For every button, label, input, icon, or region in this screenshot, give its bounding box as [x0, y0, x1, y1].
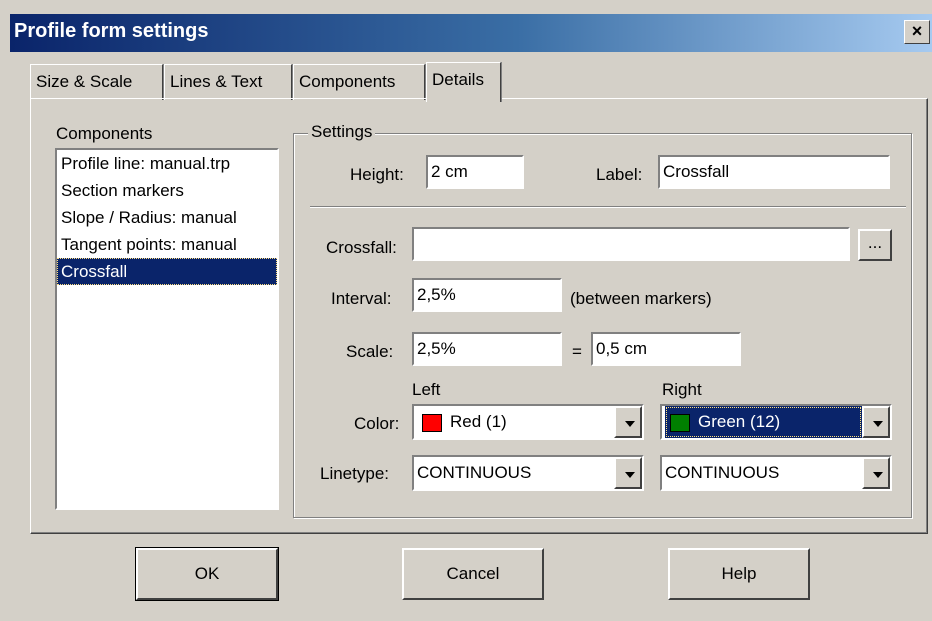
close-button[interactable]: ×	[904, 20, 930, 44]
list-item-selected[interactable]: Crossfall	[57, 258, 277, 285]
chevron-down-icon[interactable]	[614, 406, 642, 438]
color-right-dropdown[interactable]: Green (12)	[660, 404, 892, 440]
help-button[interactable]: Help	[668, 548, 810, 600]
close-icon: ×	[911, 21, 923, 41]
separator	[310, 206, 906, 208]
tab-details[interactable]: Details	[426, 62, 501, 102]
color-right-text: Green (12)	[698, 412, 781, 431]
linetype-label: Linetype:	[320, 464, 389, 483]
height-input[interactable]: 2 cm	[426, 155, 524, 189]
equals-sign: =	[572, 342, 582, 361]
components-listbox[interactable]: Profile line: manual.trp Section markers…	[55, 148, 279, 510]
chevron-down-icon[interactable]	[614, 457, 642, 489]
crossfall-label: Crossfall:	[326, 238, 397, 257]
red-swatch-icon	[422, 413, 442, 432]
interval-input[interactable]: 2,5%	[412, 278, 562, 312]
crossfall-input[interactable]	[412, 227, 850, 261]
components-label: Components	[56, 124, 152, 144]
linetype-left-value: CONTINUOUS	[417, 463, 532, 482]
scale-input[interactable]: 2,5%	[412, 332, 562, 366]
tab-components[interactable]: Components	[293, 64, 425, 100]
title-bar: Profile form settings ×	[10, 14, 932, 52]
right-column-label: Right	[662, 380, 702, 399]
height-label: Height:	[350, 165, 404, 184]
linetype-right-value: CONTINUOUS	[665, 463, 780, 482]
browse-button[interactable]: ...	[858, 229, 892, 261]
color-left-text: Red (1)	[450, 412, 507, 431]
label-input[interactable]: Crossfall	[658, 155, 890, 189]
linetype-left-dropdown[interactable]: CONTINUOUS	[412, 455, 644, 491]
window-title: Profile form settings	[14, 20, 209, 42]
list-item[interactable]: Section markers	[57, 177, 277, 204]
settings-group-title: Settings	[308, 122, 376, 142]
chevron-down-icon[interactable]	[862, 457, 890, 489]
green-swatch-icon	[670, 413, 690, 432]
color-label: Color:	[354, 414, 400, 433]
ok-button[interactable]: OK	[135, 547, 279, 601]
interval-note: (between markers)	[570, 289, 712, 308]
components-label-text: Components	[56, 124, 153, 143]
color-right-value: Green (12)	[665, 406, 862, 438]
interval-label: Interval:	[331, 289, 392, 308]
label-label: Label:	[596, 165, 643, 184]
scale-result-input[interactable]: 0,5 cm	[591, 332, 741, 366]
linetype-right-dropdown[interactable]: CONTINUOUS	[660, 455, 892, 491]
chevron-down-icon[interactable]	[862, 406, 890, 438]
color-left-value: Red (1)	[417, 406, 507, 438]
tab-lines-text[interactable]: Lines & Text	[164, 64, 292, 100]
cancel-button[interactable]: Cancel	[402, 548, 544, 600]
scale-label: Scale:	[346, 342, 394, 361]
list-item[interactable]: Slope / Radius: manual	[57, 204, 277, 231]
list-item[interactable]: Tangent points: manual	[57, 231, 277, 258]
color-left-dropdown[interactable]: Red (1)	[412, 404, 644, 440]
tab-size-scale[interactable]: Size & Scale	[30, 64, 163, 100]
left-column-label: Left	[412, 380, 441, 399]
list-item[interactable]: Profile line: manual.trp	[57, 150, 277, 177]
